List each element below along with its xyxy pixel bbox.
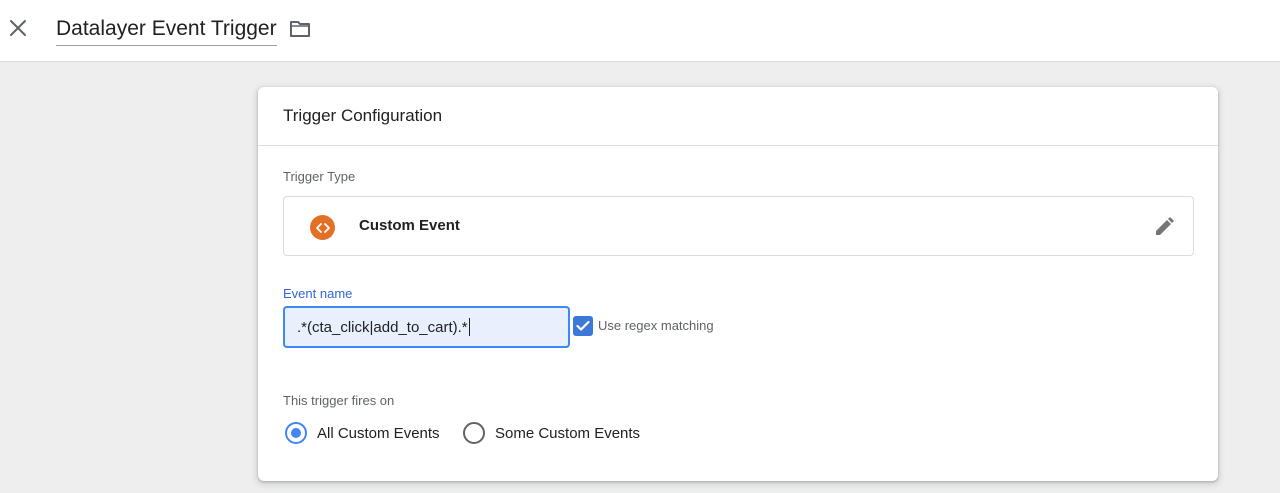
event-name-input[interactable]: .*(cta_click|add_to_cart).*	[283, 306, 570, 348]
trigger-configuration-card: Trigger Configuration Trigger Type Custo…	[258, 87, 1218, 481]
radio-all-custom-events[interactable]: All Custom Events	[285, 420, 440, 446]
radio-label: Some Custom Events	[495, 424, 641, 442]
trigger-type-value: Custom Event	[359, 217, 460, 234]
radio-label: All Custom Events	[317, 424, 440, 442]
radio-button-unchecked[interactable]	[463, 422, 485, 444]
text-caret	[468, 318, 470, 336]
fires-on-label: This trigger fires on	[283, 393, 395, 408]
trigger-type-selector[interactable]: Custom Event	[283, 196, 1194, 256]
folder-icon[interactable]	[289, 19, 311, 39]
radio-button-checked[interactable]	[285, 422, 307, 444]
page-title: Datalayer Event Trigger	[56, 17, 277, 40]
radio-some-custom-events[interactable]: Some Custom Events	[463, 420, 640, 446]
trigger-type-label: Trigger Type	[283, 169, 356, 184]
close-icon[interactable]	[7, 17, 29, 39]
pencil-icon[interactable]	[1153, 216, 1175, 238]
card-header: Trigger Configuration	[258, 87, 1218, 146]
event-name-value: .*(cta_click|add_to_cart).*	[297, 318, 468, 336]
trigger-name-field[interactable]: Datalayer Event Trigger	[56, 14, 277, 46]
event-name-label: Event name	[283, 286, 353, 301]
top-bar: Datalayer Event Trigger	[0, 0, 1280, 62]
card-title: Trigger Configuration	[283, 106, 443, 125]
custom-event-icon	[310, 215, 335, 240]
regex-checkbox[interactable]	[573, 316, 593, 336]
regex-label: Use regex matching	[598, 318, 714, 333]
